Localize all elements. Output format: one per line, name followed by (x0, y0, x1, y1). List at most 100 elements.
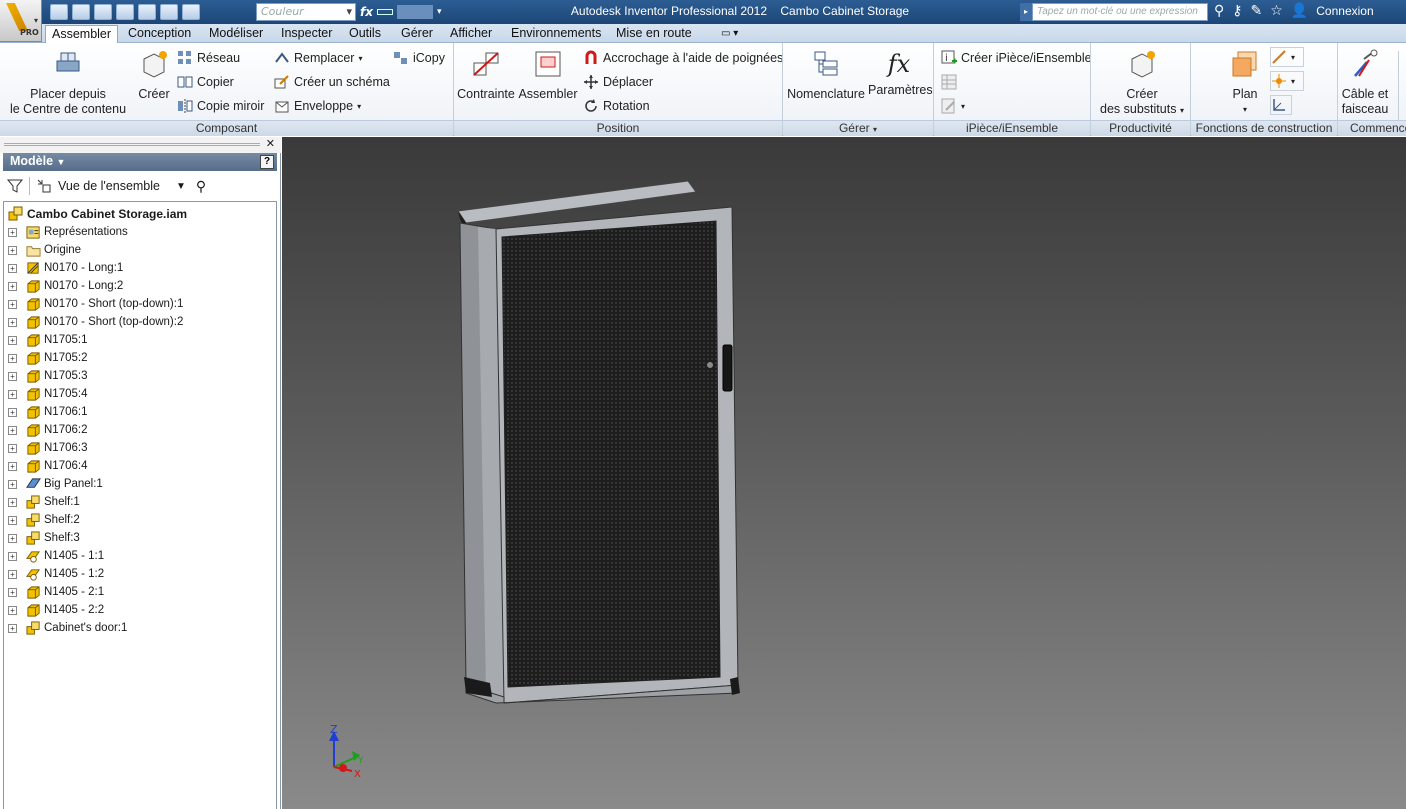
tree-item[interactable]: + N1706:1 (8, 403, 87, 421)
expand-icon[interactable]: + (8, 569, 17, 579)
expand-icon[interactable]: + (8, 335, 17, 345)
expand-icon[interactable]: + (8, 317, 17, 327)
tree-item[interactable]: + Origine (8, 241, 81, 259)
tree-item[interactable]: + N1405 - 1:2 (8, 565, 104, 583)
expand-icon[interactable]: + (8, 479, 17, 489)
parameters-quick[interactable]: fx ▾ (360, 3, 454, 21)
ribbon-options-icon[interactable]: ▭ ▾ (715, 25, 744, 43)
ipiece-panel-label[interactable]: iPièce/iEnsemble (934, 120, 1090, 136)
tab-conception[interactable]: Conception (122, 25, 197, 43)
tab-outils[interactable]: Outils (343, 25, 387, 43)
expand-icon[interactable]: + (8, 425, 17, 435)
expand-icon[interactable]: + (8, 371, 17, 381)
tree-root[interactable]: Cambo Cabinet Storage.iam (8, 205, 187, 223)
tree-item[interactable]: + Shelf:3 (8, 529, 80, 547)
ucs-button[interactable] (1270, 95, 1292, 115)
help-search-input[interactable]: Tapez un mot-clé ou une expression (1032, 3, 1208, 21)
expand-icon[interactable]: + (8, 551, 17, 561)
expand-icon[interactable]: + (8, 533, 17, 543)
expand-icon[interactable]: + (8, 515, 17, 525)
expand-icon[interactable]: + (8, 263, 17, 273)
tree-item[interactable]: + N0170 - Long:2 (8, 277, 123, 295)
tree-item[interactable]: + N1405 - 2:1 (8, 583, 104, 601)
tree-item[interactable]: + N1405 - 1:1 (8, 547, 104, 565)
favorites-star-icon[interactable]: ☆ (1270, 3, 1283, 19)
help-icon[interactable]: ? (260, 155, 274, 169)
ipart-edit-button[interactable]: ▾ (941, 98, 965, 114)
select-icon[interactable] (182, 4, 200, 20)
expand-icon[interactable]: + (8, 227, 17, 237)
expand-icon[interactable]: + (8, 353, 17, 363)
return-icon[interactable] (160, 4, 178, 20)
expand-icon[interactable]: + (8, 407, 17, 417)
tree-item[interactable]: + N1706:4 (8, 457, 87, 475)
filter-icon[interactable] (7, 178, 23, 194)
expand-icon[interactable]: + (8, 497, 17, 507)
tab-gerer[interactable]: Gérer (395, 25, 439, 43)
create-substitutes-button[interactable]: Créer des substituts ▾ (1098, 49, 1186, 118)
tree-item[interactable]: + N0170 - Long:1 (8, 259, 123, 277)
create-ipart-button[interactable]: i Créer iPièce/iEnsemble (941, 50, 1092, 66)
tab-assembler[interactable]: Assembler (45, 25, 119, 43)
replace-button[interactable]: Remplacer ▾ (274, 50, 362, 66)
productivite-panel-label[interactable]: Productivité (1091, 120, 1190, 136)
tree-item[interactable]: + N0170 - Short (top-down):2 (8, 313, 183, 331)
expand-icon[interactable]: + (8, 389, 17, 399)
expand-icon[interactable]: + (8, 299, 17, 309)
expand-icon[interactable]: + (8, 281, 17, 291)
cable-harness-button[interactable]: Câble et faisceau (1340, 49, 1390, 117)
chevron-down-icon[interactable]: ▼ (176, 181, 186, 192)
new-icon[interactable] (50, 4, 68, 20)
icopy-button[interactable]: iCopy (393, 50, 445, 66)
envelope-button[interactable]: Enveloppe ▾ (274, 98, 361, 114)
tab-inspecter[interactable]: Inspecter (275, 25, 338, 43)
create-component-button[interactable]: Créer (134, 49, 174, 102)
expand-icon[interactable]: + (8, 605, 17, 615)
tree-item[interactable]: + N1705:2 (8, 349, 87, 367)
point-button[interactable]: ▾ (1270, 71, 1304, 91)
expand-icon[interactable]: + (8, 443, 17, 453)
gerer-panel-label[interactable]: Gérer ▾ (783, 120, 933, 136)
ipart-table-button[interactable] (941, 74, 957, 90)
application-menu-button[interactable]: PRO ▾ (0, 0, 42, 42)
tree-item[interactable]: + N1706:3 (8, 439, 87, 457)
login-link[interactable]: Connexion (1316, 4, 1373, 18)
expand-icon[interactable]: + (8, 623, 17, 633)
browser-view-label[interactable]: Vue de l'ensemble (58, 179, 160, 193)
tree-item[interactable]: + Représentations (8, 223, 128, 241)
rotate-button[interactable]: Rotation (583, 98, 650, 114)
binoculars-icon[interactable]: ⚲ (1214, 3, 1224, 19)
save-icon[interactable] (94, 4, 112, 20)
mirror-button[interactable]: Copie miroir (177, 98, 264, 114)
parameters-button[interactable]: fx Paramètres (868, 49, 933, 98)
assemble-button[interactable]: Assembler (518, 49, 578, 102)
search-expand-icon[interactable]: ▸ (1020, 3, 1032, 21)
position-panel-label[interactable]: Position (454, 120, 782, 136)
tab-afficher[interactable]: Afficher (444, 25, 498, 43)
copy-button[interactable]: Copier (177, 74, 234, 90)
bom-button[interactable]: Nomenclature (786, 49, 866, 102)
move-button[interactable]: Déplacer (583, 74, 653, 90)
commencer-panel-label[interactable]: Commence (1338, 120, 1406, 136)
browser-grip[interactable] (4, 143, 260, 146)
pattern-button[interactable]: Réseau (177, 50, 240, 66)
fonctions-panel-label[interactable]: Fonctions de construction (1191, 120, 1337, 136)
redo-icon[interactable] (138, 4, 156, 20)
tree-item[interactable]: + Cabinet's door:1 (8, 619, 127, 637)
subscription-icon[interactable]: ✎ (1251, 3, 1263, 19)
ribbon-overflow[interactable] (1398, 51, 1406, 121)
tree-item[interactable]: + N1705:4 (8, 385, 87, 403)
tree-item[interactable]: + N1705:3 (8, 367, 87, 385)
color-dropdown[interactable]: Couleur ▾ (256, 3, 356, 21)
tab-modeliser[interactable]: Modéliser (203, 25, 269, 43)
key-icon[interactable]: ⚷ (1232, 3, 1242, 19)
plane-button[interactable]: Plan ▾ (1222, 49, 1268, 117)
grip-snap-button[interactable]: Accrochage à l'aide de poignées (583, 50, 783, 66)
constraint-button[interactable]: Contrainte (456, 49, 516, 102)
create-sketch-button[interactable]: Créer un schéma (274, 74, 390, 90)
composant-panel-label[interactable]: Composant (0, 120, 453, 136)
tree-item[interactable]: + N0170 - Short (top-down):1 (8, 295, 183, 313)
tab-environnements[interactable]: Environnements (505, 25, 607, 43)
graphics-viewport[interactable]: Z X Y (282, 137, 1406, 809)
tree-item[interactable]: + Big Panel:1 (8, 475, 103, 493)
